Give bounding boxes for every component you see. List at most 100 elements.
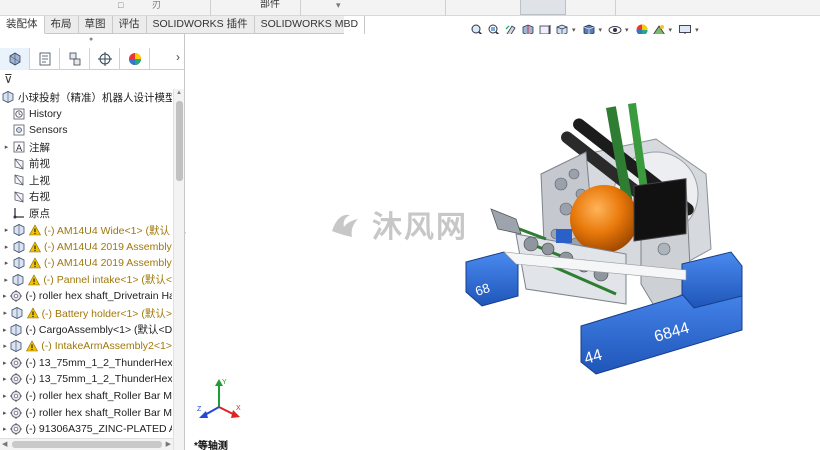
scroll-right-arrow[interactable]: ▶ (166, 440, 171, 448)
tab-assembly[interactable]: 装配体 (0, 16, 45, 34)
feature-tree-icon (9, 52, 20, 65)
tree-item-label: (-) 13_75mm_1_2_ThunderHex_II (25, 373, 172, 386)
subassembly-icon (12, 256, 26, 270)
tab-layout[interactable]: 布局 (45, 16, 79, 34)
subassembly-icon (9, 339, 23, 353)
scroll-left-arrow[interactable]: ◀ (2, 440, 7, 448)
part-icon (9, 372, 23, 386)
property-manager-tab[interactable] (30, 47, 60, 70)
tab-evaluate[interactable]: 评估 (113, 16, 147, 34)
tree-item[interactable]: 右视 (0, 189, 172, 206)
chevron-down-icon[interactable]: ▾ (572, 26, 576, 34)
command-ribbon: □ 刃 部件 ▾ (0, 0, 820, 16)
plane-icon (12, 157, 26, 171)
tree-root[interactable]: 小球投射（精准）机器人设计模型（De (0, 89, 172, 106)
tree-item[interactable]: 原点 (0, 205, 172, 222)
svg-text:Z: Z (197, 406, 202, 413)
command-manager-tabs: 装配体 布局 草图 评估 SOLIDWORKS 插件 SOLIDWORKS MB… (0, 16, 366, 34)
configuration-manager-tab[interactable] (60, 47, 90, 70)
tree-item[interactable]: 上视 (0, 172, 172, 189)
tree-item[interactable]: Sensors (0, 122, 172, 139)
panel-splitter-handle[interactable]: ● (89, 36, 93, 43)
tree-item[interactable]: ▸ A 注解 (0, 139, 172, 156)
configuration-manager-icon (69, 52, 80, 65)
tree-vertical-scrollbar[interactable]: ▲ ▼ (173, 89, 184, 450)
ribbon-caret[interactable]: ▾ (336, 0, 341, 10)
tab-solidworks-addins[interactable]: SOLIDWORKS 插件 (147, 16, 255, 34)
tree-item[interactable]: ▸ (-) 13_75mm_1_2_ThunderHex_II (0, 355, 172, 372)
subassembly-icon (12, 240, 26, 254)
tree-item[interactable]: History (0, 106, 172, 123)
reference-triad[interactable]: Y X Z (194, 374, 244, 424)
tree-item-label: (-) roller hex shaft_Roller Bar M (25, 406, 172, 419)
plane-icon (12, 173, 26, 187)
tree-item[interactable]: 前视 (0, 155, 172, 172)
tree-item[interactable]: ▸ (-) 91306A375_ZINC-PLATED AL (0, 421, 172, 438)
expand-arrow-icon[interactable]: ▸ (3, 392, 7, 400)
chevron-down-icon[interactable]: ▾ (669, 26, 673, 34)
tree-item[interactable]: ▸ (-) IntakeArmAssembly2<1> (0, 338, 172, 355)
ribbon-component-label[interactable]: 部件 (260, 0, 280, 10)
tree-item[interactable]: ▸ (-) 13_75mm_1_2_ThunderHex_II (0, 371, 172, 388)
tree-item-label: (-) Pannel intake<1> (默认< (43, 274, 172, 287)
feature-manager-tabs: › (0, 47, 185, 70)
expand-arrow-icon[interactable]: ▸ (3, 309, 8, 317)
subassembly-icon (12, 223, 26, 237)
more-tabs-button[interactable]: › (176, 50, 180, 64)
expand-arrow-icon[interactable]: ▸ (3, 326, 7, 334)
robot-model[interactable]: 68 6844 44 (186, 34, 820, 450)
graphics-area[interactable]: 68 6844 44 沐风网 Y X Z *等轴测 (186, 34, 820, 450)
chevron-down-icon[interactable]: ▾ (625, 26, 629, 34)
tree-item[interactable]: ▸ (-) CargoAssembly<1> (默认<D (0, 321, 172, 338)
warning-icon (26, 340, 39, 352)
expand-arrow-icon[interactable]: ▸ (3, 243, 10, 251)
svg-text:A: A (16, 144, 23, 154)
plane-icon (12, 190, 26, 204)
tree-item-label: 前视 (29, 158, 50, 171)
tree-item[interactable]: ▸ (-) roller hex shaft_Roller Bar M (0, 404, 172, 421)
tree-item[interactable]: ▸ (-) roller hex shaft_Drivetrain Ha (0, 288, 172, 305)
warning-icon (29, 224, 41, 236)
annotations-icon: A (12, 140, 26, 154)
tree-horizontal-scrollbar[interactable]: ◀ ▶ (0, 438, 173, 450)
tree-item[interactable]: ▸ (-) Battery holder<1> (默认> (0, 305, 172, 322)
feature-manager-panel: ● › ⊽ 小球投射（精准）机器人设计模型（De History Sensors ▸… (0, 34, 185, 450)
part-icon (9, 289, 23, 303)
watermark-text: 沐风网 (372, 210, 468, 245)
ribbon-glyph-left[interactable]: □ (118, 0, 123, 10)
chevron-down-icon[interactable]: ▾ (599, 26, 603, 34)
tree-item-label: (-) AM14U4 2019 Assembly (44, 240, 172, 253)
expand-arrow-icon[interactable]: ▸ (3, 375, 7, 383)
scroll-up-arrow[interactable]: ▲ (176, 90, 182, 96)
expand-arrow-icon[interactable]: ▸ (3, 359, 7, 367)
tab-solidworks-mbd[interactable]: SOLIDWORKS MBD (255, 16, 366, 34)
tree-item[interactable]: ▸ (-) roller hex shaft_Roller Bar M (0, 388, 172, 405)
tree-item[interactable]: ▸ (-) AM14U4 2019 Assembly (0, 238, 172, 255)
expand-arrow-icon[interactable]: ▸ (3, 226, 10, 234)
tree-item-label: (-) 91306A375_ZINC-PLATED AL (25, 423, 172, 436)
expand-arrow-icon[interactable]: ▸ (3, 342, 7, 350)
expand-arrow-icon[interactable]: ▸ (3, 409, 7, 417)
display-manager-tab[interactable] (120, 47, 150, 70)
filter-icon[interactable]: ⊽ (4, 72, 13, 86)
expand-arrow-icon[interactable]: ▸ (3, 425, 7, 433)
tree-item[interactable]: ▸ (-) AM14U4 2019 Assembly (0, 255, 172, 272)
feature-tree-tab[interactable] (0, 47, 30, 70)
tree-item[interactable]: ▸ (-) Pannel intake<1> (默认< (0, 272, 172, 289)
view-orientation-label: *等轴测 (194, 441, 228, 450)
expand-arrow-icon[interactable]: ▸ (3, 143, 10, 151)
horizontal-scroll-thumb[interactable] (12, 441, 162, 448)
chevron-down-icon[interactable]: ▾ (695, 26, 699, 34)
ribbon-glyph-mid[interactable]: 刃 (152, 0, 161, 10)
expand-arrow-icon[interactable]: ▸ (3, 276, 9, 284)
warning-icon (28, 274, 41, 286)
tree-item-label: 原点 (29, 207, 50, 220)
expand-arrow-icon[interactable]: ▸ (3, 292, 7, 300)
dimxpert-manager-tab[interactable] (90, 47, 120, 70)
tab-sketch[interactable]: 草图 (79, 16, 113, 34)
tree-item-label: (-) CargoAssembly<1> (默认<D (25, 324, 172, 337)
tree-item[interactable]: ▸ (-) AM14U4 Wide<1> (默认 (0, 222, 172, 239)
expand-arrow-icon[interactable]: ▸ (3, 259, 10, 267)
scroll-thumb[interactable] (176, 101, 183, 181)
ribbon-button[interactable] (520, 0, 566, 15)
